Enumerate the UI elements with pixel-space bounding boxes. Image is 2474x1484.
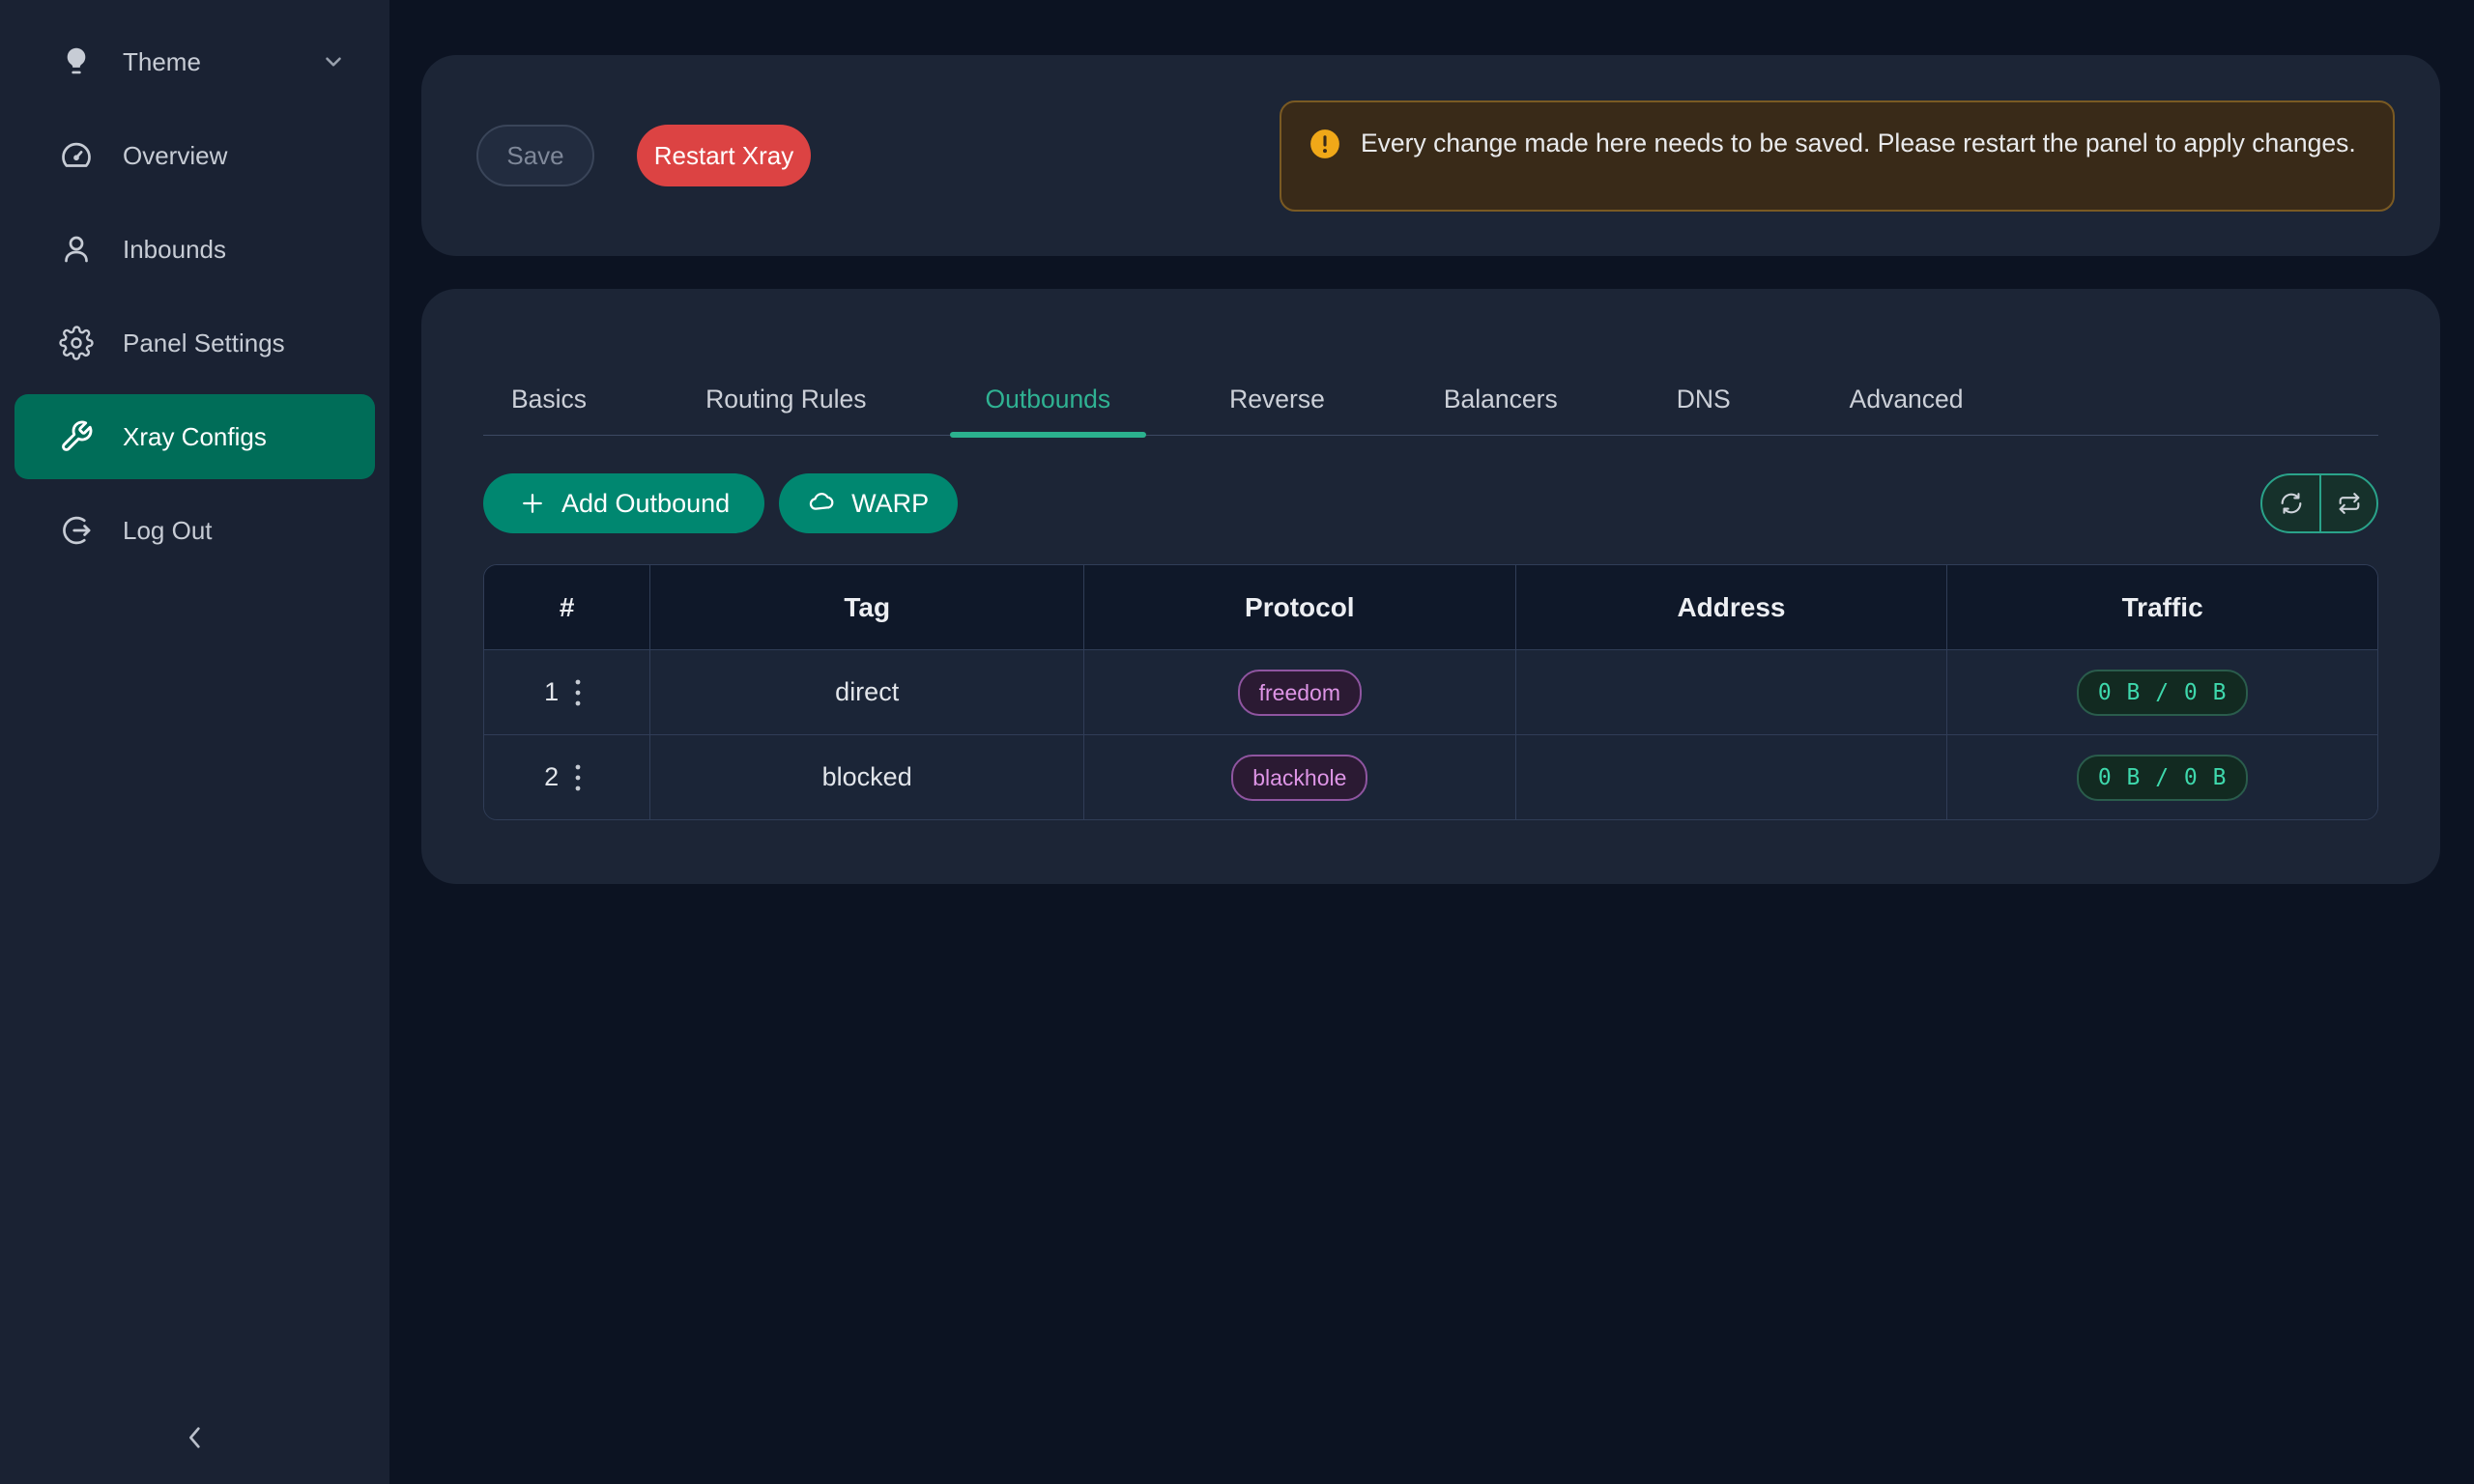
address-cell xyxy=(1516,735,1948,819)
sidebar-collapse-button[interactable] xyxy=(170,1413,220,1463)
alert-text: Every change made here needs to be saved… xyxy=(1361,123,2356,163)
chevron-left-icon xyxy=(180,1422,211,1453)
add-outbound-label: Add Outbound xyxy=(561,489,730,519)
gauge-icon xyxy=(59,138,94,173)
row-menu-button[interactable] xyxy=(566,673,590,712)
row-index: 2 xyxy=(544,762,559,792)
tab-balancers[interactable]: Balancers xyxy=(1444,384,1558,435)
row-index: 1 xyxy=(544,677,559,707)
repeat-icon xyxy=(2336,490,2363,517)
theme-label: Theme xyxy=(123,47,201,77)
tab-outbounds[interactable]: Outbounds xyxy=(986,384,1111,435)
toolbar-card: Save Restart Xray Every change made here… xyxy=(421,55,2440,256)
warning-circle-icon xyxy=(1309,128,1341,160)
sidebar-item-label: Xray Configs xyxy=(123,422,267,452)
more-vertical-icon xyxy=(574,677,582,708)
traffic-cell: 0 B / 0 B xyxy=(1947,650,2377,735)
warp-button[interactable]: WARP xyxy=(779,473,958,533)
config-tabs: Basics Routing Rules Outbounds Reverse B… xyxy=(483,289,2378,436)
column-header-address: Address xyxy=(1516,565,1948,650)
row-menu-button[interactable] xyxy=(566,758,590,797)
tab-basics[interactable]: Basics xyxy=(511,384,587,435)
sidebar-item-inbounds[interactable]: Inbounds xyxy=(14,207,375,292)
outbounds-table: # Tag Protocol Address Traffic 1 xyxy=(483,564,2378,820)
repeat-button[interactable] xyxy=(2319,475,2376,531)
table-row: 2 blocked blackhole xyxy=(484,735,2377,819)
tab-advanced[interactable]: Advanced xyxy=(1850,384,1964,435)
more-vertical-icon xyxy=(574,762,582,793)
tab-reverse[interactable]: Reverse xyxy=(1229,384,1325,435)
restart-xray-button[interactable]: Restart Xray xyxy=(637,125,811,186)
sidebar-item-log-out[interactable]: Log Out xyxy=(14,488,375,573)
column-header-index: # xyxy=(484,565,650,650)
save-button[interactable]: Save xyxy=(476,125,594,186)
sync-button[interactable] xyxy=(2262,475,2319,531)
traffic-badge: 0 B / 0 B xyxy=(2077,670,2249,716)
chevron-down-icon xyxy=(321,49,346,74)
tab-routing-rules[interactable]: Routing Rules xyxy=(705,384,866,435)
main-content: Save Restart Xray Every change made here… xyxy=(389,0,2474,1484)
sidebar: Theme Overview Inbounds Panel Set xyxy=(0,0,389,1484)
protocol-badge: blackhole xyxy=(1231,755,1367,801)
add-outbound-button[interactable]: Add Outbound xyxy=(483,473,764,533)
logout-icon xyxy=(59,513,94,548)
address-cell xyxy=(1516,650,1948,735)
column-header-protocol: Protocol xyxy=(1084,565,1516,650)
sync-icon xyxy=(2278,490,2305,517)
outbounds-actions: Add Outbound WARP xyxy=(483,473,2378,533)
table-header-row: # Tag Protocol Address Traffic xyxy=(484,565,2377,650)
plus-icon xyxy=(518,489,547,518)
protocol-cell: blackhole xyxy=(1084,735,1516,819)
wrench-icon xyxy=(59,419,94,454)
sidebar-item-xray-configs[interactable]: Xray Configs xyxy=(14,394,375,479)
xray-config-card: Basics Routing Rules Outbounds Reverse B… xyxy=(421,289,2440,884)
sidebar-item-overview[interactable]: Overview xyxy=(14,113,375,198)
refresh-button-group xyxy=(2260,473,2378,533)
lightbulb-icon xyxy=(59,44,94,79)
protocol-cell: freedom xyxy=(1084,650,1516,735)
table-row: 1 direct freedom xyxy=(484,650,2377,735)
gear-icon xyxy=(59,326,94,360)
theme-selector[interactable]: Theme xyxy=(14,19,375,104)
sidebar-item-label: Inbounds xyxy=(123,235,226,265)
column-header-traffic: Traffic xyxy=(1947,565,2377,650)
traffic-badge: 0 B / 0 B xyxy=(2077,755,2249,801)
tab-dns[interactable]: DNS xyxy=(1677,384,1731,435)
cloud-icon xyxy=(808,489,837,518)
user-icon xyxy=(59,232,94,267)
sidebar-item-panel-settings[interactable]: Panel Settings xyxy=(14,300,375,385)
sidebar-item-label: Log Out xyxy=(123,516,213,546)
traffic-cell: 0 B / 0 B xyxy=(1947,735,2377,819)
tag-cell: blocked xyxy=(650,735,1084,819)
column-header-tag: Tag xyxy=(650,565,1084,650)
tag-cell: direct xyxy=(650,650,1084,735)
warp-label: WARP xyxy=(851,489,929,519)
restart-warning-alert: Every change made here needs to be saved… xyxy=(1280,100,2395,212)
sidebar-item-label: Panel Settings xyxy=(123,328,285,358)
sidebar-item-label: Overview xyxy=(123,141,227,171)
protocol-badge: freedom xyxy=(1238,670,1362,716)
